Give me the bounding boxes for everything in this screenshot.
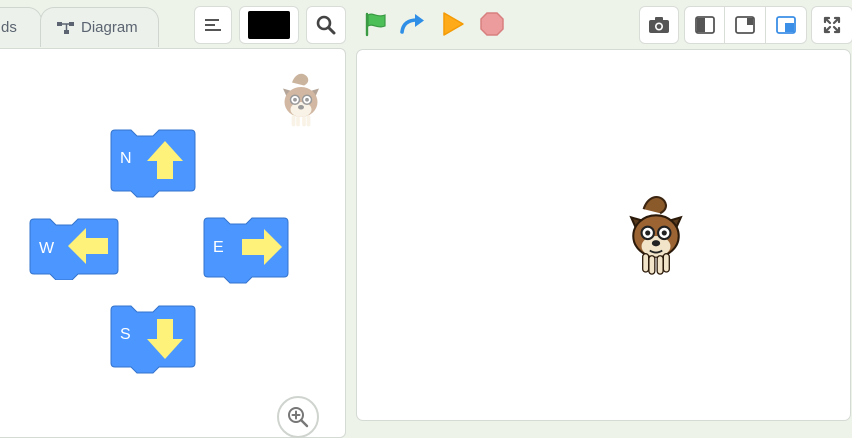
dog-sprite-icon[interactable] bbox=[625, 194, 687, 278]
stop-icon bbox=[480, 12, 504, 36]
tab-blocks[interactable]: ds bbox=[0, 7, 42, 47]
tab-diagram-label: Diagram bbox=[81, 19, 138, 36]
play-button[interactable] bbox=[439, 10, 467, 38]
layout-left-icon bbox=[694, 16, 715, 34]
step-arrow-icon bbox=[400, 14, 424, 34]
tab-diagram[interactable]: Diagram bbox=[40, 7, 159, 47]
layout-small-stage-button[interactable] bbox=[765, 6, 807, 44]
zoom-in-button[interactable] bbox=[277, 396, 319, 438]
green-flag-button[interactable] bbox=[362, 10, 390, 38]
zoom-in-icon bbox=[288, 407, 309, 428]
align-button[interactable] bbox=[194, 6, 232, 44]
west-label: W bbox=[39, 240, 55, 257]
search-icon bbox=[316, 15, 336, 35]
fullscreen-button[interactable] bbox=[811, 6, 852, 44]
fullscreen-icon bbox=[823, 16, 841, 34]
layout-small-stage-icon bbox=[776, 16, 796, 34]
stage[interactable] bbox=[356, 49, 851, 421]
screenshot-button[interactable] bbox=[639, 6, 679, 44]
play-icon bbox=[443, 12, 464, 36]
align-left-icon bbox=[205, 19, 221, 31]
layout-right-icon bbox=[735, 16, 755, 34]
color-picker-button[interactable] bbox=[239, 6, 299, 44]
diagram-icon bbox=[57, 21, 74, 34]
south-label: S bbox=[120, 326, 131, 343]
camera-icon bbox=[649, 17, 669, 33]
stop-button[interactable] bbox=[478, 10, 506, 38]
sprite-thumbnail-icon bbox=[283, 73, 319, 127]
search-button[interactable] bbox=[306, 6, 346, 44]
north-label: N bbox=[120, 150, 132, 167]
east-label: E bbox=[213, 239, 224, 256]
color-swatch bbox=[248, 11, 290, 39]
step-button[interactable] bbox=[399, 10, 427, 38]
layout-left-button[interactable] bbox=[684, 6, 725, 44]
green-flag-icon bbox=[365, 12, 386, 37]
layout-right-button[interactable] bbox=[724, 6, 766, 44]
tab-blocks-label: ds bbox=[1, 19, 17, 36]
